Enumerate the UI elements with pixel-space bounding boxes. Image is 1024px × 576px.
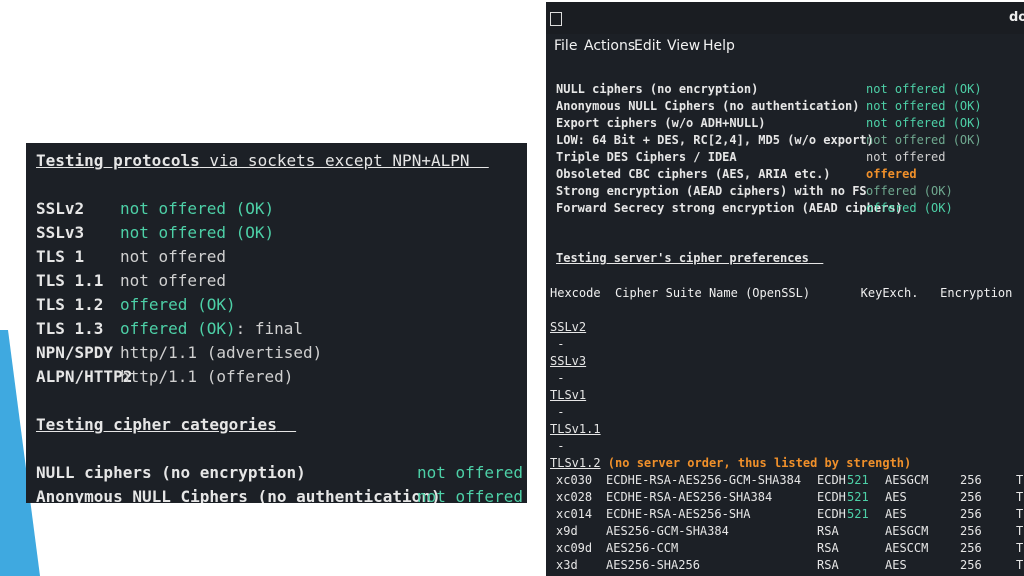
window-titlebar[interactable]: do [546,2,1024,34]
terminal-window: do File Actions Edit View Help NULL ciph… [546,2,1024,576]
protocols-heading: Testing protocols via sockets except NPN… [36,151,470,170]
cipher-row: xc030 ECDHE-RSA-AES256-GCM-SHA384 ECDH521 A… [556,473,1024,487]
menu-help[interactable]: Help [703,38,735,54]
protocol-row: TLS 1.3 offered (OK): final [36,319,304,338]
category-status: not offered [866,150,946,164]
protocol-row: ALPN/HTTP2http/1.1 (offered) [36,367,294,386]
menu-file[interactable]: File [554,38,577,54]
protocol-label: TLSv1.1 [550,422,601,436]
category-status: offered (OK) [866,201,953,215]
cipher-row: xc014 ECDHE-RSA-AES256-SHA ECDH521 AES 256 T [556,507,1024,521]
protocol-label: SSLv3 [550,354,587,368]
category-name: Export ciphers (w/o ADH+NULL) [556,116,766,130]
protocol-row: NPN/SPDY http/1.1 (advertised) [36,343,323,362]
category-status: not offered (OK) [866,133,982,147]
category-status: not offered (OK) [866,82,982,96]
category-name: Anonymous NULL Ciphers (no authenticatio… [556,99,860,113]
category-status: offered [866,167,917,181]
cipher-row: xc09d AES256-CCM RSA AESCCM 256 T [556,541,1024,555]
cipher-preferences-heading: Testing server's cipher preferences [556,251,809,265]
category-status: not offered (OK) [866,99,982,113]
tls12-row: TLSv1.2 (no server order, thus listed by… [550,456,912,470]
menu-view[interactable]: View [667,38,700,54]
protocol-dash: - [550,337,565,351]
category-name: LOW: 64 Bit + DES, RC[2,4], MD5 (w/o exp… [556,133,874,147]
cipher-table-header: Hexcode Cipher Suite Name (OpenSSL) KeyE… [550,286,1013,300]
protocol-label: SSLv2 [550,320,587,334]
window-title: do [1009,10,1024,25]
cipher-category-row: Anonymous NULL Ciphers (no authenticatio… [36,487,441,503]
protocol-label: TLSv1 [550,388,587,402]
cipher-row: x3d AES256-SHA256 RSA AES 256 T [556,558,1024,572]
category-name: NULL ciphers (no encryption) [556,82,759,96]
protocol-row: SSLv3 not offered (OK) [36,223,275,242]
cipher-category-status: not offered (OK [417,487,523,503]
protocol-dash: - [550,405,565,419]
category-name: Forward Secrecy strong encryption (AEAD … [556,201,903,215]
protocol-dash: - [550,439,565,453]
cipher-row: xc028 ECDHE-RSA-AES256-SHA384 ECDH521 AES 25… [556,490,1024,504]
cipher-row: x9d AES256-GCM-SHA384 RSA AESGCM 256 T [556,524,1024,538]
protocol-dash: - [550,371,565,385]
terminal-icon [550,12,562,26]
category-name: Obsoleted CBC ciphers (AES, ARIA etc.) [556,167,831,181]
category-name: Triple DES Ciphers / IDEA [556,150,737,164]
category-status: offered (OK) [866,184,953,198]
protocol-row: SSLv2 not offered (OK) [36,199,275,218]
cipher-categories-heading: Testing cipher categories [36,415,277,434]
category-name: Strong encryption (AEAD ciphers) with no… [556,184,867,198]
cipher-category-row: NULL ciphers (no encryption) [36,463,306,482]
protocol-row: TLS 1.2 offered (OK) [36,295,236,314]
protocols-terminal-screenshot: Testing protocols via sockets except NPN… [26,143,527,503]
cipher-category-status: not offered (OK [417,463,523,482]
category-status: not offered (OK) [866,116,982,130]
menu-edit[interactable]: Edit [634,38,661,54]
menu-actions[interactable]: Actions [584,38,635,54]
protocol-row: TLS 1.1 not offered [36,271,226,290]
protocol-row: TLS 1 not offered [36,247,226,266]
